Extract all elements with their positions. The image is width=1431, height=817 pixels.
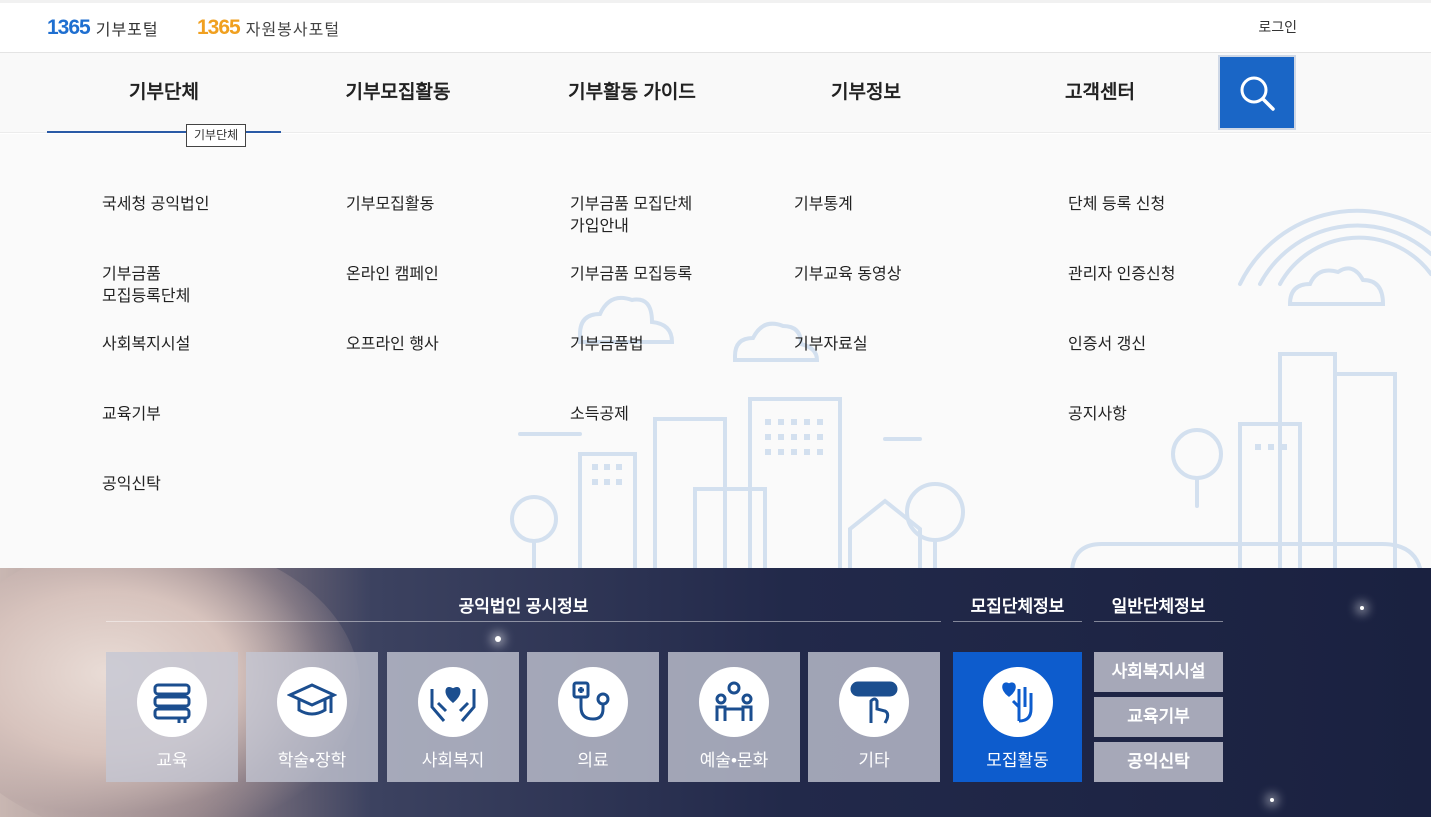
section-heading-general-org: 일반단체정보 <box>1111 597 1206 616</box>
sparkle <box>1270 798 1274 802</box>
menu-link-welfare-facilities[interactable]: 사회복지시설 <box>102 334 302 356</box>
tile-label: 예술•문화 <box>699 751 769 770</box>
logo-number: 1365 <box>197 16 241 39</box>
menu-link-registration[interactable]: 기부금품 모집등록 <box>570 264 770 286</box>
tile-medical[interactable]: 의료 <box>527 652 659 782</box>
hand-heart-icon <box>1002 682 1033 723</box>
section-heading-recruit-org: 모집단체정보 <box>970 597 1065 616</box>
menu-link-org-register[interactable]: 단체 등록 신청 <box>1068 194 1268 216</box>
nav-item-guide[interactable]: 기부활동 가이드 <box>515 53 749 133</box>
menu-link-resources[interactable]: 기부자료실 <box>794 334 994 356</box>
tile-icon-circle <box>983 667 1053 737</box>
side-button-welfare-facilities[interactable]: 사회복지시설 <box>1094 652 1223 692</box>
stethoscope-icon <box>572 681 610 721</box>
donation-portal-logo[interactable]: 1365 기부포털 <box>47 13 159 43</box>
menu-link-tax-deduction[interactable]: 소득공제 <box>570 404 770 426</box>
hands-heart-icon <box>430 686 476 722</box>
tile-recruitment-activity[interactable]: 모집활동 <box>953 652 1082 782</box>
main-nav: 기부단체 기부모집활동 기부활동 가이드 기부정보 고객센터 <box>0 53 1431 133</box>
nav-tooltip: 기부단체 <box>186 124 247 147</box>
tile-icon-circle <box>418 667 488 737</box>
tile-scholarship[interactable]: 학술•장학 <box>246 652 378 782</box>
category-section: 공익법인 공시정보 모집단체정보 일반단체정보 교육 학술•장학 사회복지 의료… <box>0 568 1431 817</box>
graduation-cap-icon <box>287 683 337 716</box>
tile-icon-circle <box>839 667 909 737</box>
tile-label: 의료 <box>577 751 609 770</box>
divider <box>106 621 941 622</box>
login-link[interactable]: 로그인 <box>1258 17 1297 37</box>
divider <box>1094 621 1223 622</box>
volunteer-portal-logo[interactable]: 1365 자원봉사포털 <box>197 13 340 43</box>
side-button-education-donation[interactable]: 교육기부 <box>1094 697 1223 737</box>
sparkle <box>1360 606 1364 610</box>
nav-item-info[interactable]: 기부정보 <box>749 53 983 133</box>
logo-text: 자원봉사포털 <box>245 22 341 39</box>
tile-label: 기타 <box>858 751 890 770</box>
people-globe-icon <box>715 681 753 721</box>
tile-education[interactable]: 교육 <box>106 652 238 782</box>
menu-link-nts-public-corp[interactable]: 국세청 공익법인 <box>102 194 302 216</box>
nav-item-customer-center[interactable]: 고객센터 <box>983 53 1217 133</box>
nav-item-fundraising[interactable]: 기부모집활동 <box>281 53 515 133</box>
nav-item-organizations[interactable]: 기부단체 <box>47 53 281 133</box>
donate-button-icon <box>850 681 898 724</box>
menu-link-admin-auth[interactable]: 관리자 인증신청 <box>1068 264 1268 286</box>
mega-menu: 국세청 공익법인 기부금품 모집등록단체 사회복지시설 교육기부 공익신탁 기부… <box>0 134 1431 568</box>
tile-label: 모집활동 <box>986 751 1049 770</box>
menu-link-statistics[interactable]: 기부통계 <box>794 194 994 216</box>
section-heading-public-corp: 공익법인 공시정보 <box>458 597 589 616</box>
sparkle <box>495 636 501 642</box>
menu-link-registered-orgs[interactable]: 기부금품 모집등록단체 <box>102 264 302 308</box>
menu-link-join-guide[interactable]: 기부금품 모집단체 가입안내 <box>570 194 770 238</box>
logo-number: 1365 <box>47 16 91 39</box>
tile-icon-circle <box>699 667 769 737</box>
divider <box>953 621 1082 622</box>
top-bar: 1365 기부포털 1365 자원봉사포털 로그인 <box>0 0 1431 53</box>
tile-label: 학술•장학 <box>277 751 347 770</box>
menu-link-cert-renewal[interactable]: 인증서 갱신 <box>1068 334 1268 356</box>
logo-text: 기부포털 <box>95 22 159 39</box>
tile-icon-circle <box>558 667 628 737</box>
search-icon <box>1240 76 1275 111</box>
menu-link-public-trust[interactable]: 공익신탁 <box>102 474 302 496</box>
tile-label: 교육 <box>156 751 188 770</box>
tile-social-welfare[interactable]: 사회복지 <box>387 652 519 782</box>
menu-link-notices[interactable]: 공지사항 <box>1068 404 1268 426</box>
menu-link-online-campaign[interactable]: 온라인 캠페인 <box>346 264 546 286</box>
side-button-public-trust[interactable]: 공익신탁 <box>1094 742 1223 782</box>
menu-link-education-video[interactable]: 기부교육 동영상 <box>794 264 994 286</box>
tile-other[interactable]: 기타 <box>808 652 940 782</box>
books-icon <box>153 683 191 723</box>
tile-label: 사회복지 <box>421 751 485 770</box>
menu-link-education-donation[interactable]: 교육기부 <box>102 404 302 426</box>
tile-icon-circle <box>277 667 347 737</box>
search-button[interactable] <box>1218 55 1296 130</box>
menu-link-offline-event[interactable]: 오프라인 행사 <box>346 334 546 356</box>
menu-link-donation-law[interactable]: 기부금품법 <box>570 334 770 356</box>
tile-arts-culture[interactable]: 예술•문화 <box>668 652 800 782</box>
tile-icon-circle <box>137 667 207 737</box>
menu-link-fundraising[interactable]: 기부모집활동 <box>346 194 546 216</box>
